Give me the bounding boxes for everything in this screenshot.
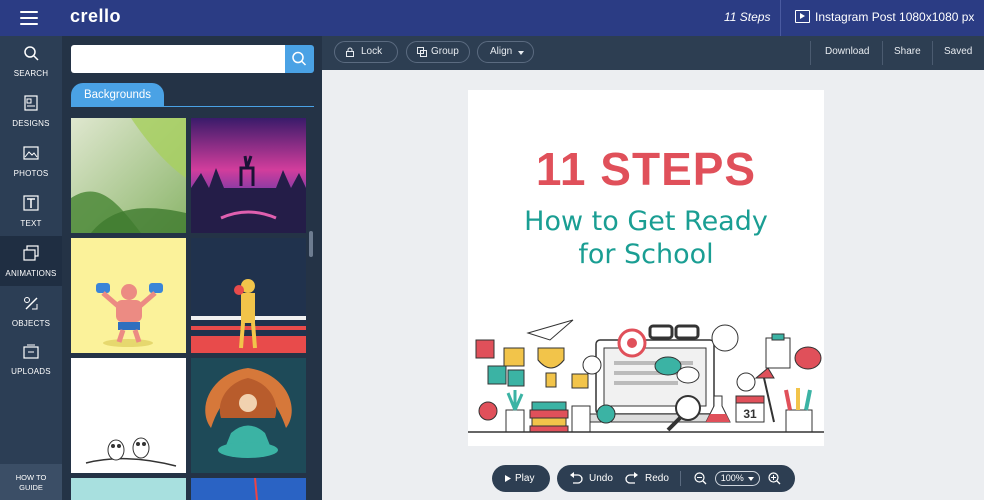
top-header: crello 11 Steps Instagram Post 1080x1080… xyxy=(0,0,984,36)
zoom-out-icon[interactable] xyxy=(694,472,707,485)
how-to-line1: HOW TO xyxy=(15,473,47,482)
design-title[interactable]: 11 Steps xyxy=(724,10,770,24)
crello-logo[interactable]: crello xyxy=(70,6,121,27)
sidebar-item-label: UPLOADS xyxy=(11,367,51,376)
play-icon xyxy=(505,475,511,482)
lock-icon xyxy=(346,47,354,57)
canvas-title[interactable]: 11 STEPS xyxy=(468,142,824,196)
history-zoom-controls: Undo Redo 100% xyxy=(557,465,795,492)
sidebar-item-animations[interactable]: ANIMATIONS xyxy=(0,236,62,286)
photos-icon xyxy=(23,146,39,160)
group-icon xyxy=(417,47,427,57)
background-thumb-partial-2[interactable] xyxy=(191,478,306,500)
sidebar-item-designs[interactable]: DESIGNS xyxy=(0,86,62,136)
canvas-subtitle-line2[interactable]: for School xyxy=(468,239,824,270)
sidebar-item-label: DESIGNS xyxy=(12,119,50,128)
redo-label: Redo xyxy=(645,473,669,484)
sidebar-item-label: TEXT xyxy=(20,219,42,228)
editor-toolbar: Lock Group Align Download Share Saved xyxy=(322,36,984,70)
sidebar-item-label: OBJECTS xyxy=(11,319,51,328)
lock-label: Lock xyxy=(361,46,383,57)
chevron-down-icon xyxy=(518,51,524,55)
objects-icon xyxy=(24,297,38,310)
how-to-guide-button[interactable]: HOW TO GUIDE xyxy=(0,464,62,500)
sidebar-item-label: PHOTOS xyxy=(13,169,49,178)
toolbar-divider xyxy=(932,41,933,65)
zoom-in-icon[interactable] xyxy=(768,472,781,485)
search-icon xyxy=(24,46,39,61)
redo-icon xyxy=(625,472,638,484)
zoom-level-value: 100% xyxy=(720,473,744,483)
tab-underline xyxy=(71,106,314,107)
toolbar-divider xyxy=(882,41,883,65)
controls-divider xyxy=(680,471,681,486)
background-thumb-deer[interactable] xyxy=(191,118,306,233)
group-label: Group xyxy=(431,46,459,57)
sidebar-item-photos[interactable]: PHOTOS xyxy=(0,136,62,186)
zoom-level-select[interactable]: 100% xyxy=(715,471,760,486)
undo-button[interactable]: Undo xyxy=(569,465,617,492)
panel-scrollbar[interactable] xyxy=(309,231,313,257)
play-animation-button[interactable]: Play xyxy=(492,465,550,492)
undo-label: Undo xyxy=(589,473,613,484)
background-thumb-palm[interactable] xyxy=(71,118,186,233)
design-canvas[interactable]: 11 STEPS How to Get Ready for School 31 xyxy=(468,90,824,446)
toolbar-divider xyxy=(810,41,811,65)
canvas-subtitle-line1[interactable]: How to Get Ready xyxy=(468,206,824,237)
sidebar-item-uploads[interactable]: UPLOADS xyxy=(0,334,62,384)
sidebar-item-label: ANIMATIONS xyxy=(5,269,57,278)
play-label: Play xyxy=(515,473,535,484)
background-thumb-owls[interactable] xyxy=(71,358,186,473)
background-thumb-strongman[interactable] xyxy=(71,238,186,353)
download-button[interactable]: Download xyxy=(825,46,869,57)
school-supplies-illustration[interactable]: 31 xyxy=(468,318,824,438)
panel-search-button[interactable] xyxy=(285,45,314,73)
saved-status: Saved xyxy=(944,46,973,57)
redo-button[interactable]: Redo xyxy=(625,465,671,492)
align-label: Align xyxy=(490,46,513,57)
hamburger-menu-icon[interactable] xyxy=(20,11,38,25)
share-button[interactable]: Share xyxy=(894,46,921,57)
align-dropdown[interactable]: Align xyxy=(477,41,534,63)
sidebar-item-search[interactable]: SEARCH xyxy=(0,36,62,86)
group-button[interactable]: Group xyxy=(406,41,470,63)
sidebar-item-text[interactable]: TEXT xyxy=(0,186,62,236)
background-thumb-meditation[interactable] xyxy=(191,358,306,473)
designs-icon xyxy=(24,95,38,111)
uploads-icon xyxy=(23,344,39,359)
tab-backgrounds[interactable]: Backgrounds xyxy=(71,83,164,107)
panel-search-input[interactable] xyxy=(71,45,287,73)
undo-icon xyxy=(570,472,583,484)
background-thumb-partial-1[interactable] xyxy=(71,478,186,500)
design-format-label[interactable]: Instagram Post 1080x1080 px xyxy=(815,10,974,24)
backgrounds-panel: Backgrounds xyxy=(62,36,322,500)
lock-button[interactable]: Lock xyxy=(334,41,398,63)
format-play-icon[interactable] xyxy=(795,10,810,23)
how-to-line2: GUIDE xyxy=(19,483,43,492)
animations-icon xyxy=(23,245,39,261)
left-sidebar: SEARCH DESIGNS PHOTOS TEXT ANIMATIONS OB… xyxy=(0,36,62,500)
chevron-down-icon xyxy=(748,477,755,481)
sidebar-item-label: SEARCH xyxy=(13,69,49,78)
text-icon xyxy=(23,195,39,211)
sidebar-item-objects[interactable]: OBJECTS xyxy=(0,286,62,336)
header-divider xyxy=(780,0,781,36)
background-thumb-boxer[interactable] xyxy=(191,238,306,353)
svg-text:31: 31 xyxy=(743,407,757,421)
search-icon xyxy=(292,51,307,66)
